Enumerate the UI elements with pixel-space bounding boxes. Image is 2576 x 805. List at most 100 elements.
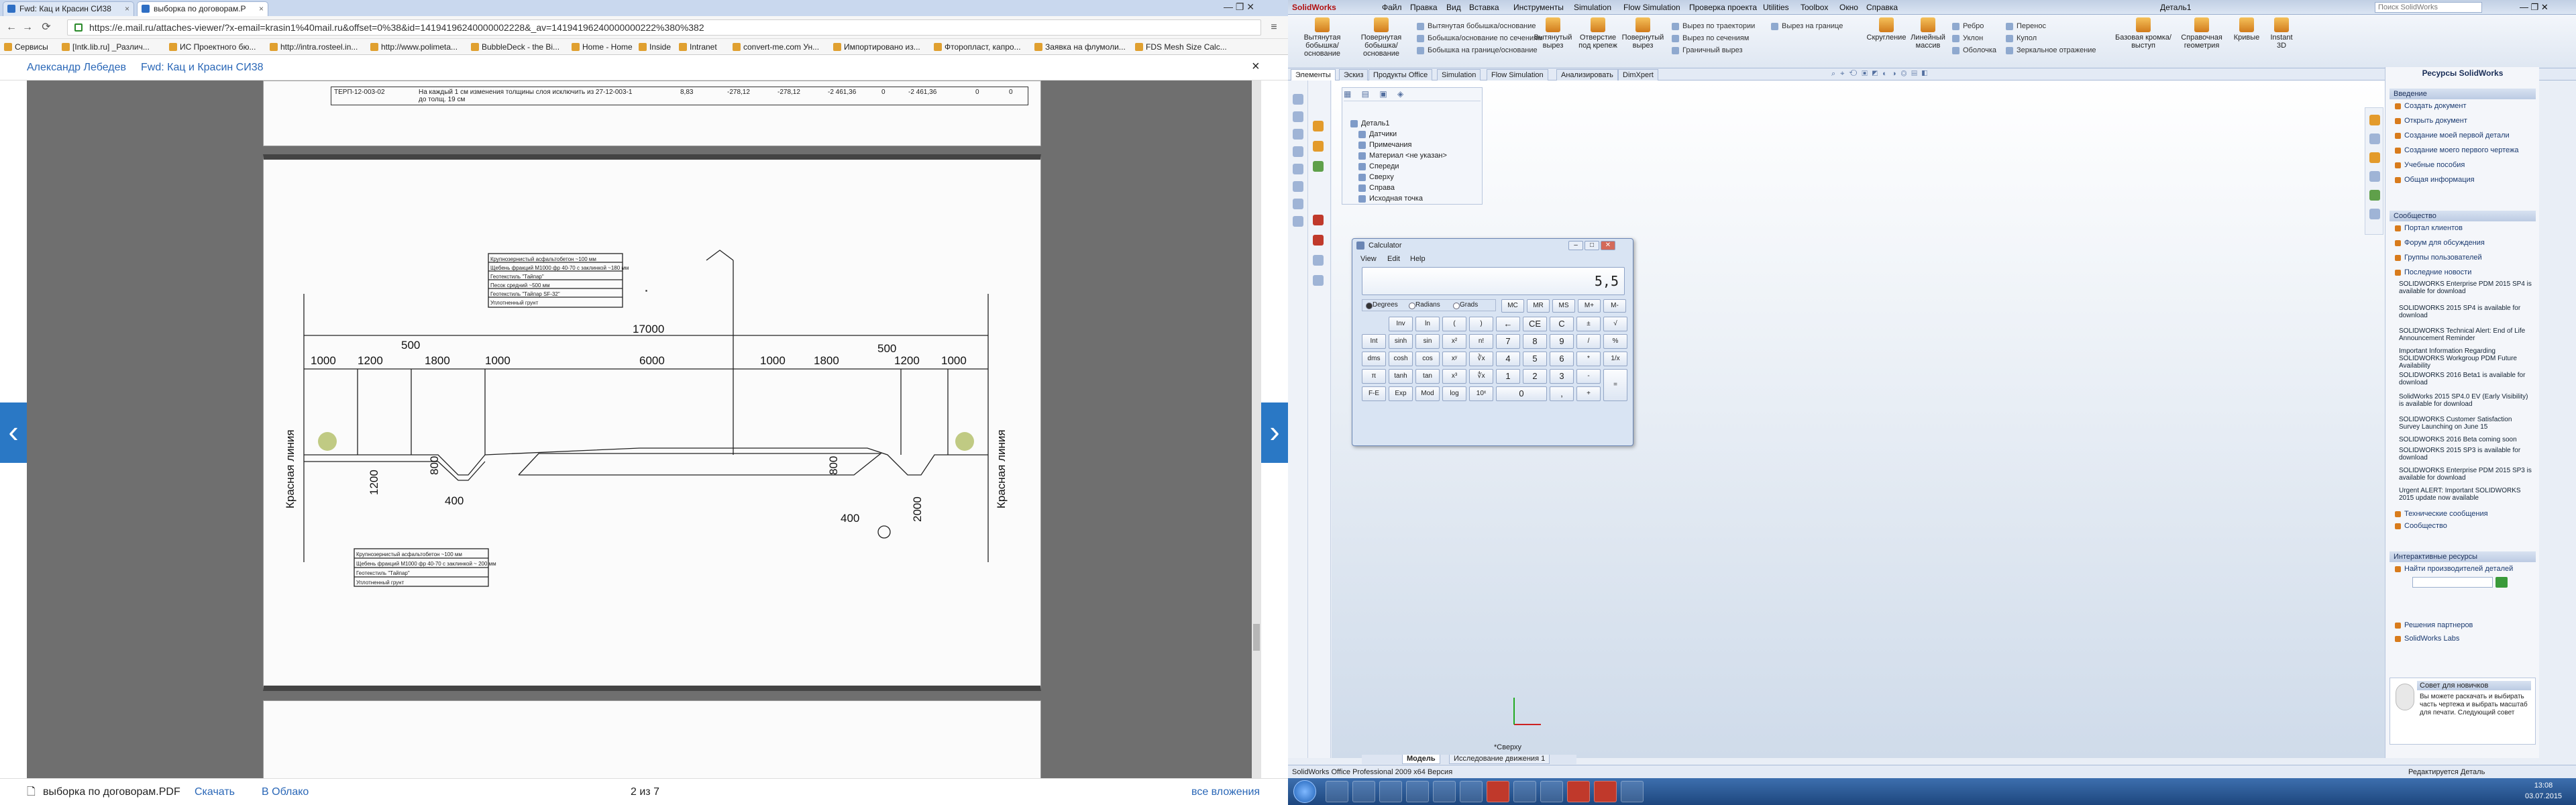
calc-key[interactable]: Inv [1389, 317, 1413, 331]
extruded-cut-button[interactable]: Вытянутый вырез [1529, 17, 1576, 50]
calc-key[interactable]: 3 [1550, 369, 1574, 384]
tab-features[interactable]: Элементы [1291, 69, 1336, 80]
link-customer-portal[interactable]: Портал клиентов [2395, 224, 2533, 233]
linear-pattern-button[interactable]: Линейный массив [1909, 17, 1947, 50]
view-palette-icon[interactable] [2369, 190, 2380, 201]
hole-wizard-button[interactable]: Отверстие под крепеж [1578, 17, 1618, 50]
calc-key[interactable]: = [1603, 369, 1627, 401]
bookmark[interactable]: Home - Home [570, 39, 633, 54]
news-item[interactable]: SOLIDWORKS 2015 SP3 is available for dow… [2399, 447, 2533, 462]
toolbar-icon[interactable] [1293, 146, 1303, 157]
toolbar-icon[interactable] [1313, 255, 1324, 266]
search-icon[interactable] [2369, 171, 2380, 182]
ribbon-small-button[interactable]: Бобышка на границе/основание [1417, 46, 1538, 55]
calc-key[interactable]: x³ [1442, 369, 1466, 384]
curves-button[interactable]: Кривые [2230, 17, 2263, 42]
bookmark[interactable]: Intranet [678, 39, 717, 54]
tree-item-top-plane[interactable]: Сверху [1357, 172, 1394, 182]
link-labs[interactable]: SolidWorks Labs [2395, 635, 2533, 643]
minimize-button[interactable]: – [1568, 241, 1583, 250]
menu-item[interactable]: Файл [1382, 0, 1402, 15]
calc-key[interactable]: + [1576, 386, 1601, 401]
calc-key[interactable]: 6 [1550, 352, 1574, 366]
parts-search-input[interactable] [2412, 577, 2493, 588]
calc-key[interactable]: Mod [1415, 386, 1440, 401]
calc-key[interactable]: √ [1603, 317, 1627, 331]
instant3d-button[interactable]: Instant 3D [2265, 17, 2298, 50]
next-page-button[interactable]: › [1261, 402, 1288, 463]
toolbar-icon[interactable] [1293, 94, 1303, 105]
calc-key[interactable]: % [1603, 334, 1627, 349]
calc-key[interactable]: dms [1362, 352, 1386, 366]
tree-item-right-plane[interactable]: Справа [1357, 183, 1395, 193]
toolbar-icon[interactable] [1293, 164, 1303, 174]
cloud-link[interactable]: В Облако [262, 779, 309, 805]
file-explorer-icon[interactable] [2369, 152, 2380, 163]
bookmark[interactable]: convert-me.com Ун... [731, 39, 819, 54]
calc-key[interactable]: ∛x [1469, 352, 1493, 366]
heads-up-view-toolbar[interactable]: ⌕ ⌖ ⟲ ▣ ◩ ◐ ◑ ◎ ▤ ◧ [1831, 70, 2053, 80]
tab-close-icon[interactable]: × [259, 2, 264, 15]
ribbon-small-button[interactable]: Вырез по траектории [1672, 21, 1755, 31]
ribbon-small-button[interactable]: Уклон [1952, 34, 1983, 43]
calc-key[interactable]: ← [1496, 317, 1520, 331]
ribbon-small-button[interactable]: Оболочка [1952, 46, 1996, 55]
taskbar-app-icon[interactable] [1379, 781, 1402, 802]
menu-item[interactable]: Utilities [1763, 0, 1789, 15]
revolved-cut-button[interactable]: Повернутый вырез [1619, 17, 1666, 50]
calc-key[interactable]: 1/x [1603, 352, 1627, 366]
tab-model[interactable]: Модель [1402, 755, 1440, 764]
ribbon-small-button[interactable]: Перенос [2006, 21, 2046, 31]
bookmark[interactable]: ИС Проектного бю... [168, 39, 256, 54]
menu-item[interactable]: Simulation [1574, 0, 1611, 15]
calc-key[interactable]: sinh [1389, 334, 1413, 349]
news-item[interactable]: Urgent ALERT: Important SOLIDWORKS 2015 … [2399, 487, 2533, 502]
calc-key[interactable]: / [1576, 334, 1601, 349]
menu-item[interactable]: Инструменты [1513, 0, 1564, 15]
memory-key[interactable]: M- [1603, 299, 1626, 313]
calc-key[interactable]: sin [1415, 334, 1440, 349]
mode-degrees-radio[interactable]: Degrees [1365, 300, 1398, 311]
link-latest-news[interactable]: Последние новости [2395, 268, 2533, 277]
calc-key[interactable]: xʸ [1442, 352, 1466, 366]
ribbon-small-button[interactable]: Ребро [1952, 21, 1984, 31]
bookmark[interactable]: http://intra.rosteel.in... [268, 39, 358, 54]
toolbar-icon[interactable] [1293, 129, 1303, 140]
bookmark[interactable]: Inside [637, 39, 671, 54]
toolbar-icon[interactable] [1313, 215, 1324, 225]
link-general-info[interactable]: Общая информация [2395, 176, 2533, 184]
toolbar-icon[interactable] [1313, 161, 1324, 172]
link-first-drawing[interactable]: Создание моего первого чертежа [2395, 146, 2533, 155]
news-item[interactable]: SOLIDWORKS 2015 SP4 is available for dow… [2399, 305, 2533, 319]
calc-key[interactable]: π [1362, 369, 1386, 384]
search-input[interactable]: Поиск SolidWorks [2375, 2, 2482, 13]
menu-view[interactable]: View [1360, 254, 1377, 264]
menu-item[interactable]: Проверка проекта [1689, 0, 1757, 15]
menu-item[interactable]: Вид [1446, 0, 1461, 15]
menu-edit[interactable]: Edit [1387, 254, 1400, 264]
taskbar-app-icon[interactable] [1433, 781, 1456, 802]
mode-radians-radio[interactable]: Radians [1408, 300, 1440, 311]
news-item[interactable]: SOLIDWORKS Enterprise PDM 2015 SP3 is av… [2399, 467, 2533, 482]
resources-tab-icon[interactable] [2369, 115, 2380, 125]
bookmark[interactable]: Импортировано из... [832, 39, 920, 54]
menu-icon[interactable]: ≡ [1267, 20, 1281, 35]
bookmark[interactable]: Фторопласт, капро... [932, 39, 1021, 54]
taskbar-app-icon[interactable] [1540, 781, 1563, 802]
section-community[interactable]: Сообщество [2390, 211, 2536, 221]
appearances-icon[interactable] [2369, 209, 2380, 219]
browser-tab-1[interactable]: Fwd: Кац и Красин СИ38 × [3, 1, 134, 16]
calc-key[interactable]: - [1576, 369, 1601, 384]
calc-key[interactable]: ) [1469, 317, 1493, 331]
viewer-scrollbar[interactable] [1252, 80, 1261, 778]
base-flange-button[interactable]: Базовая кромка/выступ [2113, 17, 2174, 50]
calc-key[interactable]: Exp [1389, 386, 1413, 401]
bookmark[interactable]: [Intk.lib.ru] _Различ... [60, 39, 150, 54]
reload-icon[interactable]: ⟳ [39, 20, 54, 35]
calc-key[interactable]: 5 [1523, 352, 1547, 366]
menu-item[interactable]: Правка [1410, 0, 1438, 15]
bookmark[interactable]: Заявка на флумоли... [1033, 39, 1126, 54]
link-tutorials[interactable]: Учебные пособия [2395, 161, 2533, 170]
toolbar-icon[interactable] [1293, 111, 1303, 122]
menu-item[interactable]: Справка [1866, 0, 1898, 15]
